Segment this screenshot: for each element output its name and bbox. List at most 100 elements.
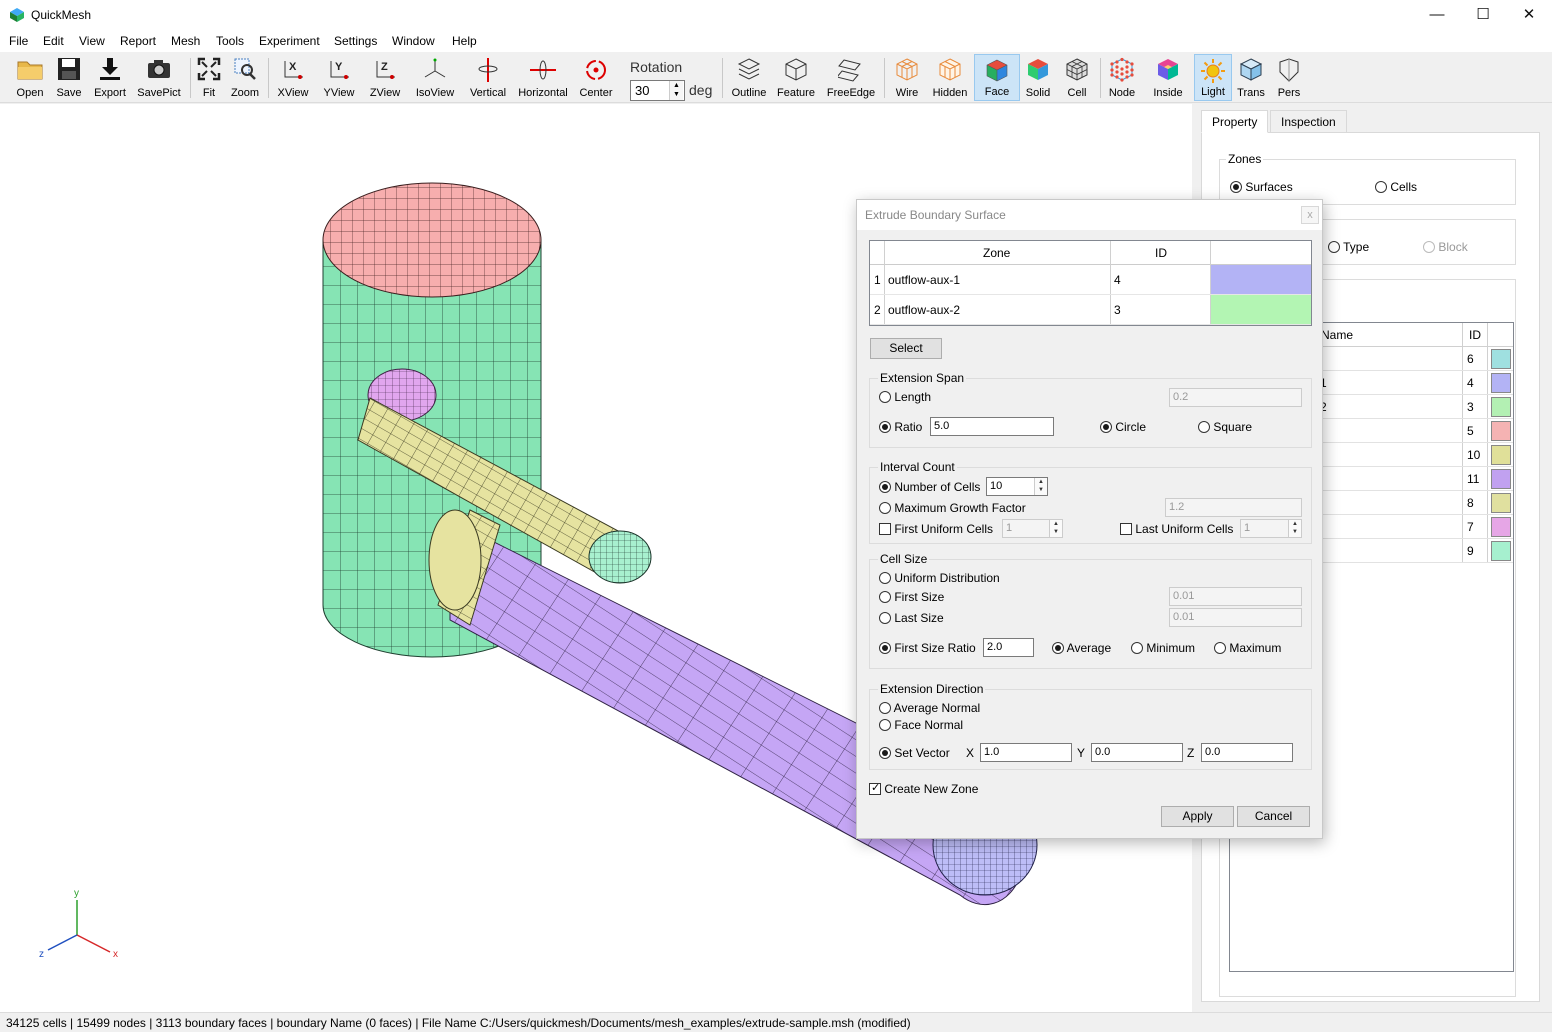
first-size-radio[interactable]: First Size: [879, 590, 944, 604]
face-button[interactable]: Face: [974, 54, 1020, 101]
square-radio[interactable]: Square: [1198, 420, 1252, 434]
selected-zone-row[interactable]: 1 outflow-aux-1 4: [870, 265, 1311, 295]
first-uniform-input[interactable]: 1 ▲ ▼: [1002, 519, 1063, 538]
light-button[interactable]: Light: [1194, 54, 1232, 101]
menu-help[interactable]: Help: [452, 34, 477, 48]
open-button[interactable]: Open: [10, 54, 50, 101]
number-of-cells-input[interactable]: 10 ▲ ▼: [986, 477, 1048, 496]
maximize-button[interactable]: ☐: [1460, 0, 1506, 31]
menu-edit[interactable]: Edit: [43, 34, 64, 48]
zone-color-swatch[interactable]: [1491, 349, 1511, 369]
vector-z-input[interactable]: 0.0: [1201, 743, 1293, 762]
tab-property[interactable]: Property: [1201, 110, 1269, 133]
selected-zone-row[interactable]: 2 outflow-aux-2 3: [870, 295, 1311, 325]
title-bar: QuickMesh — ☐ ✕: [0, 0, 1552, 31]
type-radio[interactable]: Type: [1328, 240, 1369, 254]
minimum-radio[interactable]: Minimum: [1131, 641, 1195, 655]
last-uniform-spinner[interactable]: ▲ ▼: [1288, 520, 1301, 537]
zone-color-swatch[interactable]: [1491, 445, 1511, 465]
export-button[interactable]: Export: [90, 54, 130, 101]
create-new-zone-checkbox[interactable]: Create New Zone: [869, 781, 978, 796]
inside-button[interactable]: Inside: [1148, 54, 1188, 101]
length-radio[interactable]: Length: [879, 390, 931, 404]
isoview-button[interactable]: IsoView: [410, 54, 460, 101]
select-button[interactable]: Select: [870, 338, 942, 359]
length-input[interactable]: 0.2: [1169, 388, 1302, 407]
menu-report[interactable]: Report: [120, 34, 156, 48]
face-normal-radio[interactable]: Face Normal: [879, 718, 963, 732]
uniform-distribution-radio[interactable]: Uniform Distribution: [879, 571, 1000, 585]
savepict-button[interactable]: SavePict: [134, 54, 184, 101]
set-vector-radio[interactable]: Set Vector: [879, 746, 950, 760]
cancel-button[interactable]: Cancel: [1237, 806, 1310, 827]
last-size-input[interactable]: 0.01: [1169, 608, 1302, 627]
feature-icon: [785, 58, 807, 81]
number-of-cells-spinner[interactable]: ▲ ▼: [1034, 478, 1047, 495]
zone-color-swatch[interactable]: [1491, 493, 1511, 513]
menu-tools[interactable]: Tools: [216, 34, 244, 48]
center-button[interactable]: Center: [576, 54, 616, 101]
feature-button[interactable]: Feature: [774, 54, 818, 101]
max-growth-input[interactable]: 1.2: [1165, 498, 1302, 517]
ratio-radio[interactable]: Ratio: [879, 420, 922, 434]
vertical-button[interactable]: Vertical: [466, 54, 510, 101]
outline-button[interactable]: Outline: [728, 54, 770, 101]
vector-x-input[interactable]: 1.0: [980, 743, 1072, 762]
surfaces-radio[interactable]: Surfaces: [1230, 180, 1293, 194]
first-size-ratio-input[interactable]: 2.0: [983, 638, 1034, 657]
first-uniform-spinner[interactable]: ▲ ▼: [1049, 520, 1062, 537]
apply-button[interactable]: Apply: [1161, 806, 1234, 827]
xview-button[interactable]: X XView: [272, 54, 314, 101]
block-radio[interactable]: Block: [1423, 240, 1468, 254]
zone-color-swatch[interactable]: [1491, 421, 1511, 441]
zone-id: 7: [1467, 520, 1474, 534]
menu-settings[interactable]: Settings: [334, 34, 377, 48]
menu-mesh[interactable]: Mesh: [171, 34, 200, 48]
freeedge-button[interactable]: FreeEdge: [822, 54, 880, 101]
pers-button[interactable]: Pers: [1272, 54, 1306, 101]
menu-view[interactable]: View: [79, 34, 105, 48]
maximum-radio[interactable]: Maximum: [1214, 641, 1281, 655]
horizontal-button[interactable]: Horizontal: [514, 54, 572, 101]
fit-button[interactable]: Fit: [192, 54, 226, 101]
zone-color-swatch[interactable]: [1211, 265, 1311, 294]
yview-button[interactable]: Y YView: [318, 54, 360, 101]
average-radio[interactable]: Average: [1052, 641, 1111, 655]
save-button[interactable]: Save: [50, 54, 88, 101]
first-size-ratio-radio[interactable]: First Size Ratio: [879, 641, 976, 655]
zone-color-swatch[interactable]: [1491, 373, 1511, 393]
first-size-input[interactable]: 0.01: [1169, 587, 1302, 606]
zone-color-swatch[interactable]: [1211, 295, 1311, 324]
max-growth-radio[interactable]: Maximum Growth Factor: [879, 501, 1026, 515]
last-uniform-input[interactable]: 1 ▲ ▼: [1240, 519, 1302, 538]
zone-color-swatch[interactable]: [1491, 541, 1511, 561]
menu-file[interactable]: File: [9, 34, 28, 48]
close-button[interactable]: ✕: [1506, 0, 1552, 31]
last-size-radio[interactable]: Last Size: [879, 611, 944, 625]
vector-y-input[interactable]: 0.0: [1091, 743, 1183, 762]
average-normal-radio[interactable]: Average Normal: [879, 701, 980, 715]
first-uniform-checkbox[interactable]: First Uniform Cells: [879, 522, 993, 536]
node-button[interactable]: Node: [1104, 54, 1140, 101]
zone-color-swatch[interactable]: [1491, 469, 1511, 489]
hidden-button[interactable]: Hidden: [930, 54, 970, 101]
last-uniform-checkbox[interactable]: Last Uniform Cells: [1120, 522, 1233, 536]
zone-color-swatch[interactable]: [1491, 517, 1511, 537]
minimize-button[interactable]: —: [1414, 0, 1460, 31]
zview-button[interactable]: Z ZView: [364, 54, 406, 101]
rotation-spinner[interactable]: ▲ ▼: [669, 81, 683, 100]
circle-radio[interactable]: Circle: [1100, 420, 1146, 434]
solid-button[interactable]: Solid: [1022, 54, 1054, 101]
menu-experiment[interactable]: Experiment: [259, 34, 320, 48]
wire-button[interactable]: Wire: [888, 54, 926, 101]
cell-button[interactable]: Cell: [1060, 54, 1094, 101]
number-of-cells-radio[interactable]: Number of Cells: [879, 480, 980, 494]
zoom-button[interactable]: Zoom: [228, 54, 262, 101]
tab-inspection[interactable]: Inspection: [1270, 110, 1347, 133]
cells-radio[interactable]: Cells: [1375, 180, 1417, 194]
ratio-input[interactable]: 5.0: [930, 417, 1054, 436]
zone-color-swatch[interactable]: [1491, 397, 1511, 417]
trans-button[interactable]: Trans: [1234, 54, 1268, 101]
dialog-close-button[interactable]: x: [1301, 206, 1319, 224]
menu-window[interactable]: Window: [392, 34, 435, 48]
